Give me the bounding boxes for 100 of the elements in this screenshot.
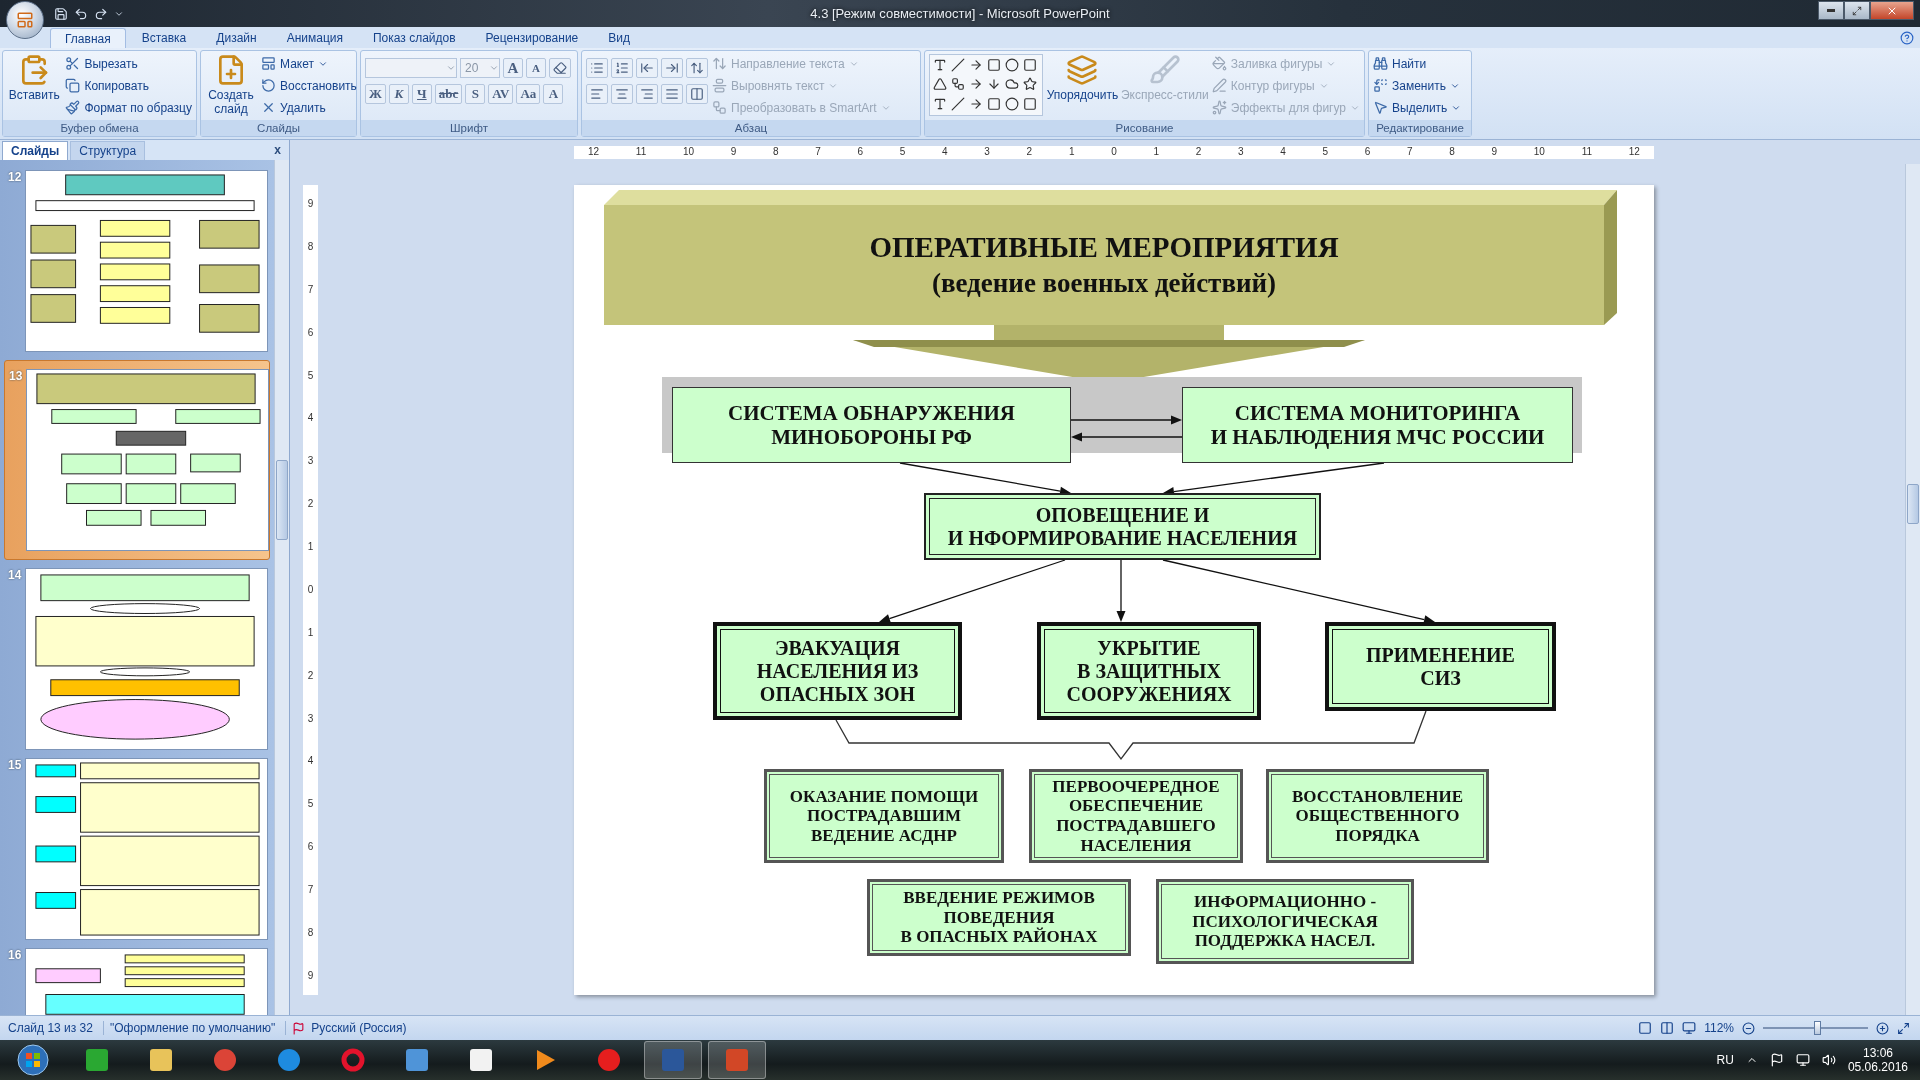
panel-tab[interactable]: Структура	[70, 141, 146, 160]
spacing-icon	[690, 61, 704, 75]
paragraph-button[interactable]	[611, 58, 633, 78]
zoom-value[interactable]: 112%	[1704, 1021, 1734, 1035]
format-button[interactable]: Ж	[365, 84, 386, 104]
flag-icon[interactable]	[1769, 1053, 1784, 1067]
paragraph-button[interactable]	[611, 84, 633, 104]
clock[interactable]: 13:06 05.06.2016	[1847, 1046, 1908, 1074]
ribbon-button[interactable]: Найти	[1373, 56, 1462, 71]
outdent-icon	[640, 61, 654, 75]
redo-icon[interactable]	[94, 6, 108, 21]
save-icon[interactable]	[54, 6, 68, 21]
scroll-thumb[interactable]	[1907, 484, 1919, 524]
eraser-icon	[553, 61, 567, 75]
ruler-number: 4	[307, 756, 314, 767]
slide-subtitle: (ведение военных действий)	[931, 268, 1277, 299]
close-button[interactable]: x	[274, 143, 281, 157]
ring-icon	[339, 1046, 367, 1074]
language-indicator[interactable]: RU	[1716, 1053, 1734, 1067]
ribbon-button[interactable]: Вырезать	[65, 56, 192, 71]
connector-arrow	[1116, 559, 1126, 622]
ribbon-button[interactable]: Заменить	[1373, 78, 1462, 93]
fit-icon[interactable]	[1897, 1021, 1910, 1035]
ribbon-tab[interactable]: Дизайн	[202, 28, 271, 48]
paragraph-button[interactable]	[586, 84, 608, 104]
paragraph-button[interactable]	[686, 84, 708, 104]
slideshow-view-icon[interactable]	[1682, 1021, 1697, 1035]
ribbon-tab[interactable]: Показ слайдов	[359, 28, 470, 48]
arrows-icon	[712, 56, 727, 71]
ribbon-tab[interactable]: Вставка	[127, 28, 201, 48]
format-button[interactable]: AV	[488, 84, 514, 104]
shape-icon	[951, 96, 965, 111]
ribbon-button[interactable]: Удалить	[261, 100, 357, 115]
ribbon-tab[interactable]: Вид	[594, 28, 644, 48]
ribbon-button[interactable]: Копировать	[65, 78, 192, 93]
ribbon-button[interactable]: Формат по образцу	[65, 100, 192, 115]
minimize-button[interactable]	[1818, 1, 1844, 20]
ruler-number: 4	[307, 413, 314, 424]
panel-tab[interactable]: Слайды	[2, 141, 69, 160]
status-text: Слайд 13 из 32	[8, 1021, 104, 1035]
align-center-icon	[615, 87, 629, 101]
format-button[interactable]: A	[543, 84, 564, 104]
format-button[interactable]: Aa	[516, 84, 541, 104]
ribbon-button[interactable]: Восстановить	[261, 78, 357, 93]
ribbon-button[interactable]: Создать слайд	[205, 54, 257, 117]
grow-font-button[interactable]: A	[503, 58, 523, 78]
paragraph-button[interactable]	[586, 58, 608, 78]
office-button[interactable]	[6, 0, 44, 39]
paragraph-button[interactable]	[661, 58, 683, 78]
ruler-number: 10	[1533, 147, 1545, 157]
ribbon-tab[interactable]: Анимация	[272, 28, 357, 48]
clear-format-button[interactable]	[549, 58, 571, 78]
format-button[interactable]: К	[388, 84, 409, 104]
ribbon-button[interactable]: Макет	[261, 56, 357, 71]
ribbon-button[interactable]: Выделить	[1373, 100, 1462, 115]
zoom-thumb[interactable]	[1813, 1021, 1821, 1035]
slide-thumbnail[interactable]	[26, 369, 270, 551]
network-icon[interactable]	[1795, 1053, 1810, 1067]
shapes-gallery[interactable]	[929, 54, 1043, 116]
scroll-thumb[interactable]	[276, 460, 288, 540]
shape-icon	[933, 58, 947, 72]
close-button[interactable]	[1870, 1, 1914, 20]
normal-view-icon[interactable]	[1638, 1021, 1653, 1035]
group-title: Шрифт	[361, 120, 577, 136]
shape-icon	[1005, 77, 1019, 92]
ribbon-tab[interactable]: Главная	[50, 28, 126, 48]
sparkles-icon	[1211, 100, 1227, 115]
ruler-number: 4	[1280, 147, 1286, 157]
zoom-in-icon[interactable]	[1876, 1021, 1889, 1035]
sorter-view-icon[interactable]	[1660, 1021, 1675, 1035]
shrink-font-button[interactable]: A	[526, 58, 546, 78]
slide-thumbnail[interactable]	[25, 568, 269, 750]
slide-thumbnail[interactable]	[25, 758, 269, 940]
paragraph-button[interactable]	[636, 58, 658, 78]
diagram-box: ПРИМЕНЕНИЕ СИЗ	[1325, 622, 1556, 711]
maximize-icon	[1852, 5, 1862, 16]
format-button[interactable]: Ч	[411, 84, 432, 104]
pointer-icon	[1373, 100, 1388, 115]
scrollbar[interactable]	[1905, 164, 1920, 1015]
help-icon[interactable]	[1900, 31, 1914, 45]
undo-icon[interactable]	[74, 6, 88, 21]
zoom-out-icon[interactable]	[1742, 1021, 1755, 1035]
volume-icon[interactable]	[1821, 1053, 1836, 1067]
maximize-button[interactable]	[1844, 1, 1870, 20]
paragraph-button[interactable]	[686, 58, 708, 78]
copy-icon	[65, 78, 81, 93]
ribbon-tab[interactable]: Рецензирование	[471, 28, 593, 48]
paragraph-button[interactable]	[636, 84, 658, 104]
ribbon-button[interactable]: Упорядочить	[1047, 54, 1118, 117]
format-button[interactable]: S	[465, 84, 486, 104]
font-field[interactable]	[365, 58, 457, 78]
format-button[interactable]: abc	[434, 84, 463, 104]
ruler-number: 11	[635, 147, 647, 157]
delete-icon	[261, 100, 276, 115]
scrollbar[interactable]	[274, 160, 289, 1015]
ribbon-button[interactable]: Вставить	[7, 54, 62, 117]
ruler-number: 0	[307, 584, 314, 595]
paragraph-button[interactable]	[661, 84, 683, 104]
ruler-number: 8	[1449, 147, 1455, 157]
slide-thumbnail[interactable]	[25, 170, 269, 352]
